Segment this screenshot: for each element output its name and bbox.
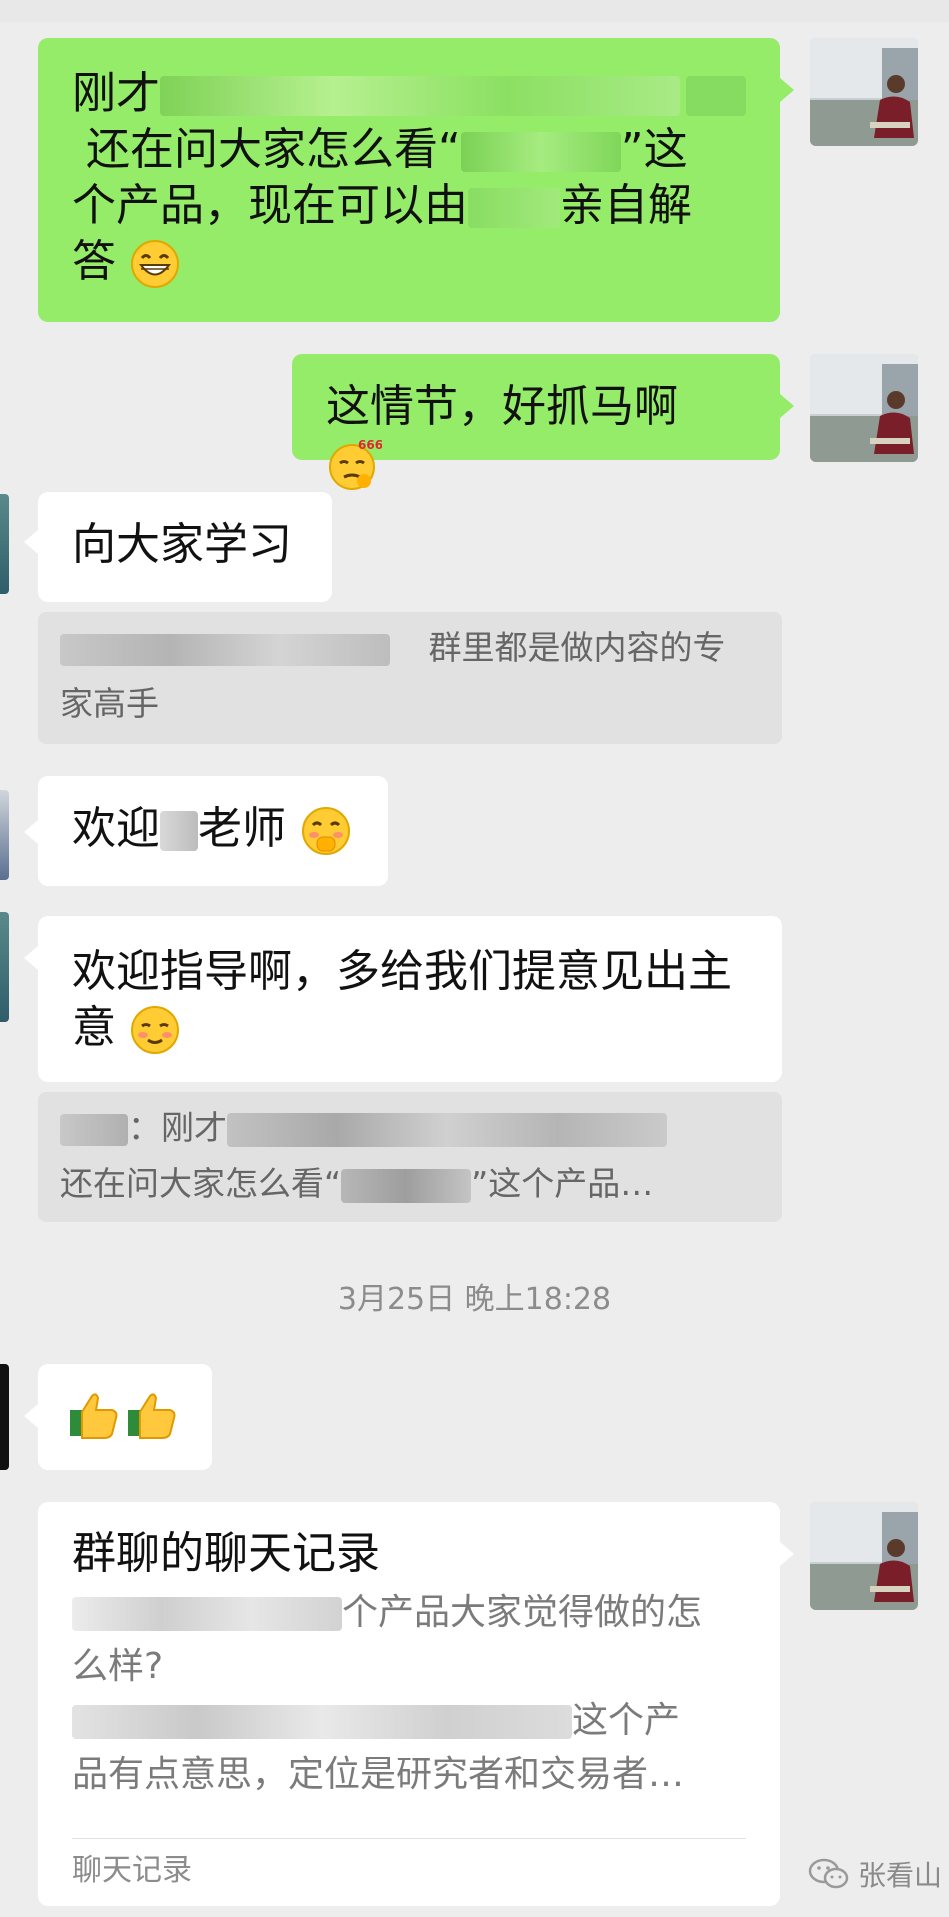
message-bubble-other[interactable]: 向大家学习: [38, 492, 332, 602]
card-footer-label: 聊天记录: [72, 1853, 192, 1888]
avatar-self[interactable]: [810, 354, 918, 462]
message-text: 还在问大家怎么看“: [86, 124, 461, 175]
card-preview-text: 个产品大家觉得做的怎: [342, 1592, 703, 1633]
avatar-photo-icon: [810, 1502, 918, 1610]
message-bubble-other[interactable]: 欢迎 老师: [38, 776, 388, 886]
card-preview-text: 品有点意思，定位是研究者和交易者…: [72, 1754, 685, 1795]
quote-text: ”这个产品…: [471, 1164, 654, 1203]
message-text: 向大家学习: [72, 519, 292, 570]
woozy-face-icon: [131, 1006, 179, 1054]
bubble-tail: [780, 78, 794, 102]
message-text: 亲自解: [560, 180, 692, 231]
watermark: 张看山: [808, 1852, 942, 1896]
blurred-redaction: [72, 1705, 572, 1739]
quote-text: 还在问大家怎么看“: [60, 1164, 342, 1203]
blurred-redaction: [460, 132, 621, 172]
blurred-redaction: [60, 633, 390, 666]
message-text: 这情节，好抓马啊: [326, 381, 678, 432]
bubble-tail: [24, 530, 38, 554]
chat-timestamp: 3月25日 晚上18:28: [337, 1282, 612, 1317]
666-thinking-face-icon: 666: [329, 438, 382, 490]
666-badge: 666: [358, 438, 382, 452]
blurred-redaction: [60, 1113, 128, 1146]
blurred-redaction: [686, 76, 746, 116]
message-text: ”这: [620, 124, 688, 175]
blurred-redaction: [160, 811, 198, 851]
wechat-icon: [808, 1858, 849, 1889]
bubble-tail: [780, 394, 794, 418]
card-divider: [72, 1838, 746, 1839]
message-text: 意: [72, 1002, 116, 1053]
blurred-redaction: [72, 1597, 342, 1631]
message-bubble-self[interactable]: 刚才 还在问大家怎么看“ ”这 个产品，现在可以由 亲自解 答: [38, 38, 780, 322]
quote-text: 家高手: [60, 684, 159, 723]
bubble-tail: [24, 820, 38, 844]
message-bubble-other[interactable]: 欢迎指导啊，多给我们提意见出主 意: [38, 916, 782, 1082]
quote-text: 群里都是做内容的专: [428, 628, 726, 667]
bubble-tail: [780, 1542, 794, 1566]
quoted-message[interactable]: ：刚才 还在问大家怎么看“ ”这个产品…: [38, 1092, 782, 1222]
avatar-other-partial[interactable]: [0, 912, 9, 1022]
blurred-redaction: [227, 1112, 667, 1147]
avatar-other-partial[interactable]: [0, 494, 9, 594]
grinning-face-icon: [131, 240, 179, 288]
quote-text: ：刚才: [128, 1108, 227, 1147]
blurred-redaction: [341, 1168, 472, 1203]
blushing-face-icon: [302, 807, 350, 855]
message-bubble-other[interactable]: [38, 1364, 212, 1470]
card-preview-text: 么样?: [72, 1646, 164, 1687]
avatar-other-partial[interactable]: [0, 1364, 9, 1470]
avatar-self[interactable]: [810, 1502, 918, 1610]
card-preview-text: 这个产: [572, 1700, 681, 1741]
chat-history-card[interactable]: 群聊的聊天记录 个产品大家觉得做的怎 么样? 这个产 品有点意思，定位是研究者和…: [38, 1502, 780, 1906]
avatar-other-partial[interactable]: [0, 790, 9, 880]
watermark-text: 张看山: [858, 1859, 943, 1892]
message-text: 欢迎: [72, 803, 160, 854]
quoted-message[interactable]: 群里都是做内容的专 家高手: [38, 612, 782, 744]
message-text: 个产品，现在可以由: [72, 180, 468, 231]
message-text: 老师: [198, 803, 286, 854]
avatar-self[interactable]: [810, 38, 918, 146]
message-bubble-self[interactable]: 这情节，好抓马啊 666: [292, 354, 780, 490]
thumbs-up-icon: [70, 1393, 176, 1439]
message-text: 欢迎指导啊，多给我们提意见出主: [72, 946, 732, 997]
message-text: 刚才: [72, 68, 160, 119]
top-edge: [0, 0, 949, 22]
avatar-photo-icon: [810, 354, 918, 462]
bubble-tail: [24, 946, 38, 970]
card-title: 群聊的聊天记录: [72, 1528, 380, 1579]
blurred-redaction: [468, 188, 560, 228]
message-text: 答: [72, 236, 116, 287]
bubble-tail: [24, 1404, 38, 1428]
blurred-redaction: [160, 76, 680, 116]
avatar-photo-icon: [810, 38, 918, 146]
